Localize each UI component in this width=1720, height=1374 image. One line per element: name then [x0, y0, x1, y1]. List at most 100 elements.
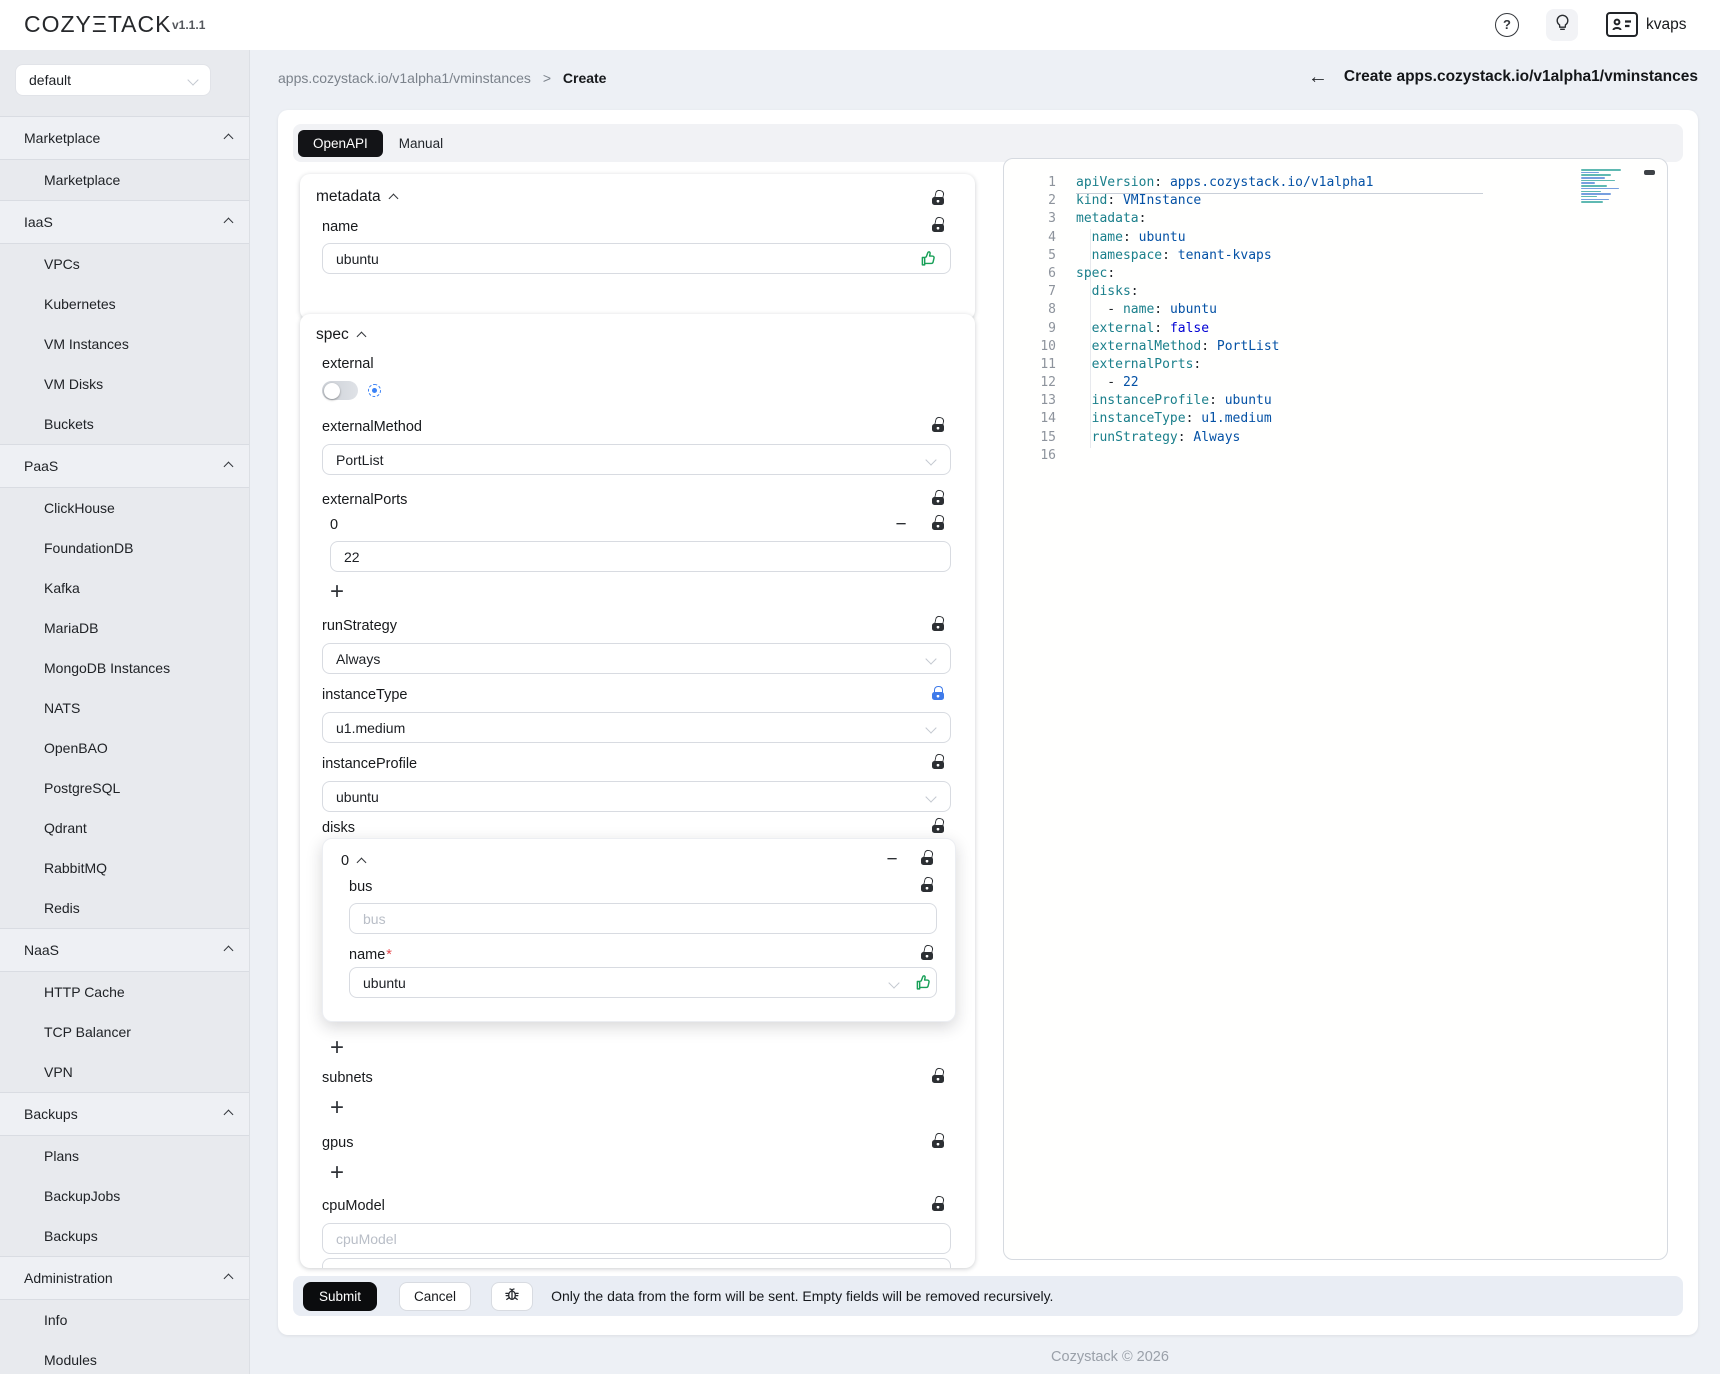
sidebar-section-paas[interactable]: PaaS: [0, 444, 250, 488]
code-line: 4 name: ubuntu: [1004, 229, 1667, 247]
line-number: 14: [1004, 410, 1056, 428]
lock-open-icon[interactable]: [931, 218, 944, 232]
spec-collapse-header[interactable]: spec: [316, 326, 365, 344]
external-toggle[interactable]: [322, 381, 358, 400]
next-field-input-clipped[interactable]: [322, 1258, 951, 1268]
help-icon[interactable]: ?: [1495, 13, 1519, 37]
line-content: externalMethod: PortList: [1076, 338, 1280, 356]
lock-open-icon[interactable]: [931, 1197, 944, 1211]
lock-open-icon[interactable]: [931, 1069, 944, 1083]
user-menu[interactable]: kvaps: [1606, 12, 1687, 37]
spec-section: spec external externalMethod PortList ex…: [300, 314, 975, 1268]
sidebar-item-vpn[interactable]: VPN: [0, 1052, 250, 1092]
chevron-up-icon: [224, 1109, 234, 1119]
line-content: kind: VMInstance: [1076, 192, 1201, 210]
submit-button[interactable]: Submit: [303, 1282, 377, 1311]
add-subnet-button[interactable]: +: [326, 1096, 348, 1120]
lock-open-icon[interactable]: [920, 878, 933, 892]
line-number: 2: [1004, 192, 1056, 210]
sidebar-section-label: PaaS: [24, 458, 58, 474]
sidebar-item-info[interactable]: Info: [0, 1300, 250, 1340]
metadata-name-input[interactable]: [322, 243, 951, 274]
breadcrumb-resource-link[interactable]: apps.cozystack.io/v1alpha1/vminstances: [278, 70, 531, 86]
chevron-down-icon: [925, 722, 936, 733]
lock-open-icon[interactable]: [931, 755, 944, 769]
sidebar-section-backups[interactable]: Backups: [0, 1092, 250, 1136]
remove-disk-button[interactable]: −: [883, 852, 901, 870]
sidebar-section-administration[interactable]: Administration: [0, 1256, 250, 1300]
lock-open-icon[interactable]: [931, 1134, 944, 1148]
lock-open-icon[interactable]: [931, 491, 944, 505]
sidebar-item-tcp-balancer[interactable]: TCP Balancer: [0, 1012, 250, 1052]
sidebar-item-http-cache[interactable]: HTTP Cache: [0, 972, 250, 1012]
sidebar-section-naas[interactable]: NaaS: [0, 928, 250, 972]
sidebar-section-marketplace[interactable]: Marketplace: [0, 116, 250, 160]
runstrategy-select[interactable]: Always: [322, 643, 951, 674]
thumbs-up-valid-icon: [920, 250, 937, 267]
sidebar-item-backups[interactable]: Backups: [0, 1216, 250, 1256]
sidebar-item-kubernetes[interactable]: Kubernetes: [0, 284, 250, 324]
back-arrow-icon[interactable]: ←: [1308, 66, 1328, 88]
instancetype-select[interactable]: u1.medium: [322, 712, 951, 743]
gpus-label: gpus: [322, 1135, 353, 1151]
sidebar-item-clickhouse[interactable]: ClickHouse: [0, 488, 250, 528]
add-gpu-button[interactable]: +: [326, 1161, 348, 1185]
sidebar-item-buckets[interactable]: Buckets: [0, 404, 250, 444]
theme-toggle-button[interactable]: [1546, 9, 1578, 41]
sidebar-item-backupjobs[interactable]: BackupJobs: [0, 1176, 250, 1216]
line-number: 4: [1004, 229, 1056, 247]
debug-button[interactable]: [491, 1282, 533, 1311]
disk-bus-input[interactable]: [349, 903, 937, 934]
tab-openapi[interactable]: OpenAPI: [298, 130, 383, 157]
sidebar-section-iaas[interactable]: IaaS: [0, 200, 250, 244]
sidebar-item-vm-instances[interactable]: VM Instances: [0, 324, 250, 364]
yaml-editor[interactable]: 1apiVersion: apps.cozystack.io/v1alpha12…: [1003, 158, 1668, 1260]
add-disk-button[interactable]: +: [326, 1036, 348, 1060]
sidebar: default MarketplaceMarketplaceIaaSVPCsKu…: [0, 50, 250, 1374]
editor-minimap-slider[interactable]: [1644, 170, 1655, 175]
sidebar-item-redis[interactable]: Redis: [0, 888, 250, 928]
add-port-button[interactable]: +: [326, 580, 348, 604]
externalmethod-select[interactable]: PortList: [322, 444, 951, 475]
line-number: 8: [1004, 301, 1056, 319]
lock-open-icon[interactable]: [931, 516, 944, 530]
lock-open-icon[interactable]: [931, 617, 944, 631]
sidebar-item-plans[interactable]: Plans: [0, 1136, 250, 1176]
metadata-collapse-header[interactable]: metadata: [316, 188, 397, 206]
code-line: 15 runStrategy: Always: [1004, 429, 1667, 447]
lock-closed-icon[interactable]: [931, 686, 944, 700]
sidebar-item-mongodb-instances[interactable]: MongoDB Instances: [0, 648, 250, 688]
code-line: 11 externalPorts:: [1004, 356, 1667, 374]
runstrategy-label: runStrategy: [322, 618, 397, 634]
remove-port-button[interactable]: −: [892, 517, 910, 535]
tenant-select[interactable]: default: [15, 64, 211, 96]
chevron-up-icon: [224, 1273, 234, 1283]
lightbulb-icon: [1554, 14, 1571, 36]
lock-open-icon[interactable]: [931, 819, 944, 833]
sidebar-item-kafka[interactable]: Kafka: [0, 568, 250, 608]
disk-name-select[interactable]: ubuntu: [349, 967, 937, 998]
cpumodel-input[interactable]: [322, 1223, 951, 1254]
sidebar-item-foundationdb[interactable]: FoundationDB: [0, 528, 250, 568]
sidebar-item-openbao[interactable]: OpenBAO: [0, 728, 250, 768]
lock-open-icon[interactable]: [931, 418, 944, 432]
sidebar-item-mariadb[interactable]: MariaDB: [0, 608, 250, 648]
sidebar-item-qdrant[interactable]: Qdrant: [0, 808, 250, 848]
tab-manual[interactable]: Manual: [383, 130, 459, 157]
lock-open-icon[interactable]: [920, 851, 933, 865]
sidebar-item-marketplace[interactable]: Marketplace: [0, 160, 250, 200]
cancel-button[interactable]: Cancel: [399, 1282, 471, 1311]
sidebar-item-vpcs[interactable]: VPCs: [0, 244, 250, 284]
sidebar-item-vm-disks[interactable]: VM Disks: [0, 364, 250, 404]
sidebar-item-modules[interactable]: Modules: [0, 1340, 250, 1374]
sidebar-item-nats[interactable]: NATS: [0, 688, 250, 728]
disk-item-collapse-header[interactable]: 0: [341, 853, 365, 869]
lock-open-icon[interactable]: [931, 191, 944, 205]
externalports-item-input[interactable]: [330, 541, 951, 572]
sidebar-item-postgresql[interactable]: PostgreSQL: [0, 768, 250, 808]
tenant-select-value: default: [29, 72, 71, 88]
instanceprofile-select[interactable]: ubuntu: [322, 781, 951, 812]
chevron-up-icon: [224, 461, 234, 471]
lock-open-icon[interactable]: [920, 946, 933, 960]
sidebar-item-rabbitmq[interactable]: RabbitMQ: [0, 848, 250, 888]
